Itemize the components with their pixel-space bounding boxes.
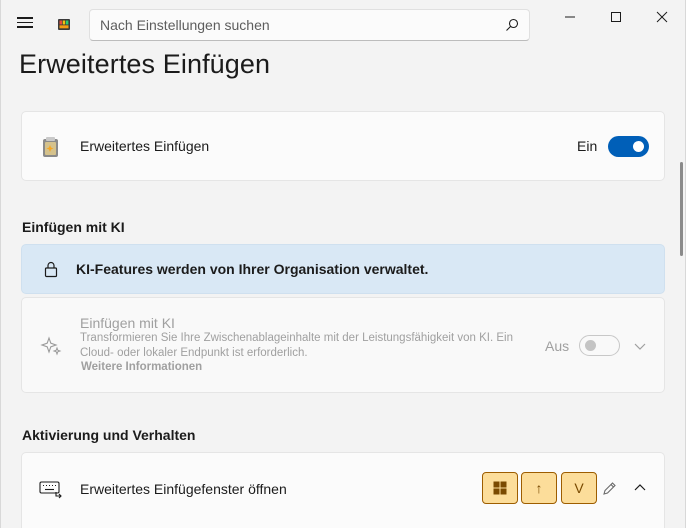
title-bar [0, 0, 686, 46]
lock-icon [44, 261, 58, 278]
search-input[interactable] [100, 15, 480, 35]
minimize-button[interactable] [548, 4, 592, 30]
windows-logo-icon [493, 481, 507, 495]
page-title: Erweitertes Einfügen [19, 49, 271, 79]
maximize-icon [611, 12, 621, 22]
pencil-icon[interactable] [602, 481, 617, 496]
ai-toggle-state-label: Aus [545, 338, 570, 354]
policy-info-bar: KI-Features werden von Ihrer Organisatio… [21, 244, 665, 294]
toggle-knob [585, 340, 596, 351]
powertoys-icon [58, 19, 70, 30]
sparkle-icon [40, 336, 62, 356]
open-window-shortcut-card: Erweitertes Einfügefenster öffnen ↑ V [21, 452, 665, 528]
scrollbar-thumb[interactable] [680, 162, 683, 256]
close-icon [656, 11, 668, 23]
open-window-label: Erweitertes Einfügefenster öffnen [80, 481, 287, 497]
advanced-paste-card: Erweitertes Einfügen Ein [21, 111, 665, 181]
advanced-paste-toggle[interactable] [608, 136, 649, 157]
keyboard-icon [39, 481, 62, 499]
chevron-up-icon[interactable] [633, 481, 647, 495]
toggle-state-label: Ein [577, 138, 598, 154]
toggle-knob [633, 141, 644, 152]
learn-more-link[interactable]: Weitere Informationen [81, 361, 202, 373]
paste-with-ai-card: Einfügen mit KI Transformieren Sie Ihre … [21, 297, 665, 393]
keycap-v: V [561, 472, 597, 504]
advanced-paste-icon [43, 137, 58, 157]
chevron-down-icon[interactable] [633, 339, 647, 353]
keycap-arrow-up: ↑ [521, 472, 557, 504]
hamburger-icon[interactable] [14, 14, 36, 34]
maximize-button[interactable] [594, 4, 638, 30]
policy-info-text: KI-Features werden von Ihrer Organisatio… [76, 261, 429, 277]
paste-with-ai-toggle[interactable] [579, 335, 620, 356]
section-heading-activation: Aktivierung und Verhalten [22, 427, 196, 443]
paste-with-ai-description: Transformieren Sie Ihre Zwischenablagein… [80, 332, 513, 359]
paste-with-ai-title: Einfügen mit KI [80, 315, 175, 331]
search-icon[interactable] [505, 18, 519, 32]
section-heading-ai: Einfügen mit KI [22, 219, 125, 235]
keycap-windows [482, 472, 518, 504]
close-button[interactable] [640, 4, 684, 30]
advanced-paste-label: Erweitertes Einfügen [80, 138, 210, 154]
minimize-icon [565, 16, 575, 18]
search-box[interactable] [89, 9, 530, 41]
